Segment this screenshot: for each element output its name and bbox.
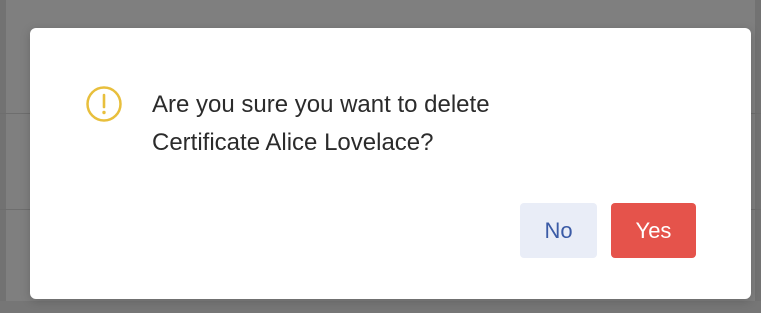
background-page-edge-right bbox=[755, 0, 761, 313]
background-page-bottom bbox=[0, 301, 761, 313]
dialog-message: Are you sure you want to delete Certific… bbox=[152, 86, 672, 162]
dialog-message-line-2: Certificate Alice Lovelace? bbox=[152, 129, 434, 156]
dialog-message-line-1: Are you sure you want to delete bbox=[152, 91, 490, 118]
confirm-delete-dialog bbox=[30, 28, 751, 299]
warning-circle-icon bbox=[86, 86, 122, 122]
background-page-edge-left bbox=[0, 0, 6, 313]
yes-button[interactable]: Yes bbox=[611, 203, 696, 258]
no-button[interactable]: No bbox=[520, 203, 597, 258]
